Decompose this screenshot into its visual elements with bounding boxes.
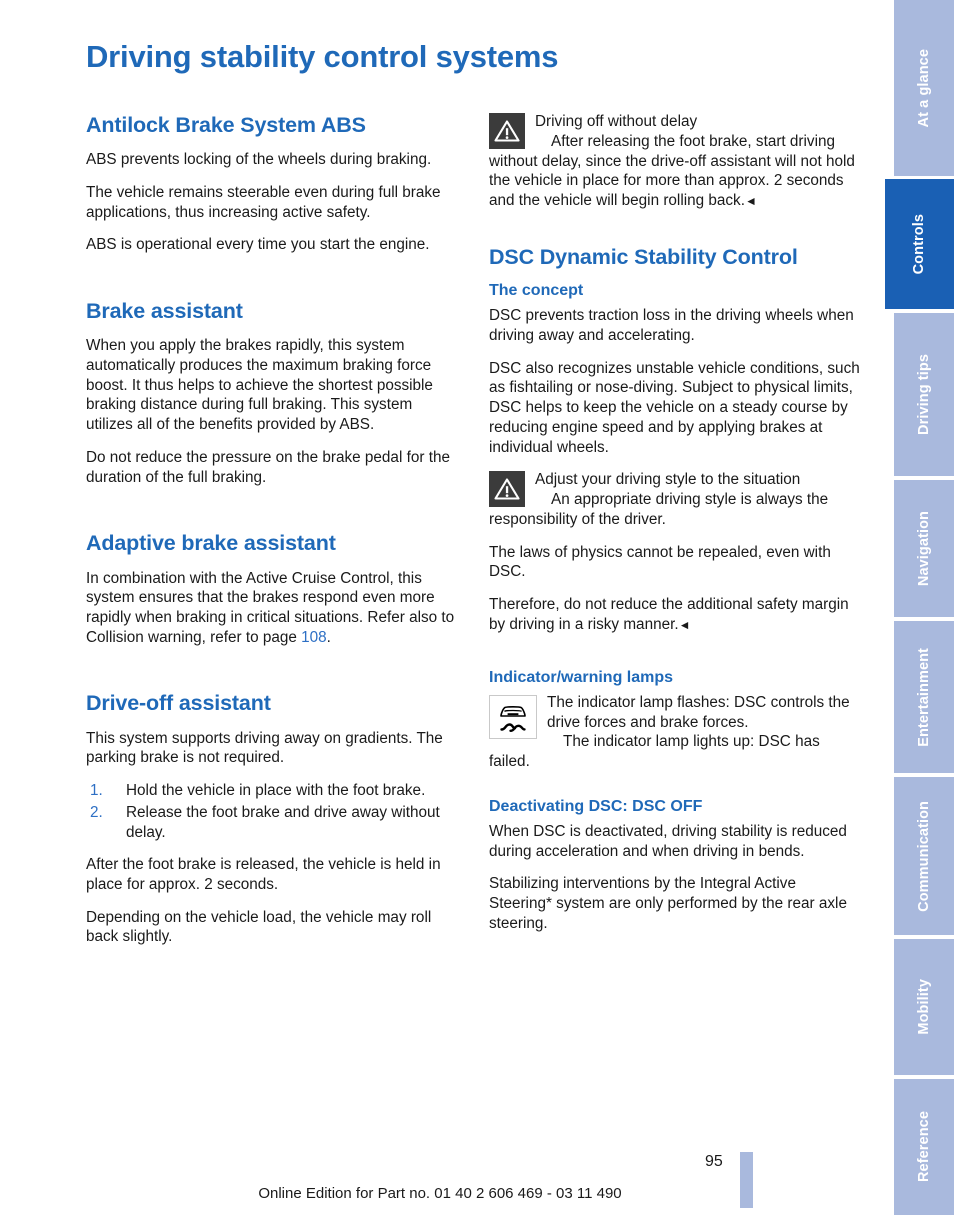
paragraph-deactivating-1: When DSC is deactivated, driving stabili… xyxy=(489,822,847,860)
tab-label: Navigation xyxy=(915,510,932,587)
left-column: Antilock Brake System ABS ABS prevents l… xyxy=(86,112,458,947)
notice-title: Adjust your driving style to the situati… xyxy=(535,471,801,489)
manual-page: At a glance Controls Driving tips Naviga… xyxy=(0,0,954,1215)
footer-edition-note: Online Edition for Part no. 01 40 2 606 … xyxy=(258,1185,622,1202)
tab-label: Controls xyxy=(911,213,928,275)
list-item: 2. Release the foot brake and drive away… xyxy=(86,803,458,842)
tab-controls[interactable]: Controls xyxy=(885,179,954,309)
tab-label: Entertainment xyxy=(915,647,932,747)
step-number: 2. xyxy=(90,803,103,821)
paragraph-drive-off-1: This system supports driving away on gra… xyxy=(86,729,443,767)
paragraph-abs-2: The vehicle remains steerable even durin… xyxy=(86,183,441,221)
warning-triangle-icon xyxy=(489,471,525,508)
end-of-notice-marker: ◄ xyxy=(678,617,691,632)
paragraph-driving-style-after-1: The laws of physics cannot be repealed, … xyxy=(489,543,831,581)
paragraph-driving-style-after-2: Therefore, do not reduce the additional … xyxy=(489,595,861,634)
notice-title: Driving off without delay xyxy=(535,113,698,130)
warning-triangle-icon xyxy=(489,113,525,149)
tab-reference[interactable]: Reference xyxy=(894,1079,954,1215)
step-number: 1. xyxy=(90,782,103,800)
page-content: Driving stability control systems Antilo… xyxy=(86,0,876,1215)
page-title: Driving stability control systems xyxy=(86,39,559,74)
text-run: Therefore, do not reduce the additional … xyxy=(489,596,849,633)
heading-deactivating-dsc: Deactivating DSC: DSC OFF xyxy=(489,797,703,815)
notice-adjust-driving-style: Adjust your driving style to the situati… xyxy=(489,470,861,529)
indicator-lamp-line-1: The indicator lamp flashes: DSC controls… xyxy=(547,693,850,731)
paragraph-brake-assistant-2: Do not reduce the pressure on the brake … xyxy=(86,448,450,486)
heading-the-concept: The concept xyxy=(489,282,584,300)
drive-off-steps-list: 1. Hold the vehicle in place with the fo… xyxy=(86,781,458,842)
heading-dsc-dynamic-stability-control: DSC Dynamic Stability Control xyxy=(489,244,798,269)
tab-mobility[interactable]: Mobility xyxy=(894,939,954,1075)
tab-label: Communication xyxy=(915,800,932,912)
tab-driving-tips[interactable]: Driving tips xyxy=(894,313,954,476)
two-column-body: Antilock Brake System ABS ABS prevents l… xyxy=(86,112,876,947)
step-text: Hold the vehicle in place with the foot … xyxy=(126,782,426,800)
heading-drive-off-assistant: Drive-off assistant xyxy=(86,691,271,716)
heading-adaptive-brake-assistant: Adaptive brake assistant xyxy=(86,531,336,556)
heading-brake-assistant: Brake assistant xyxy=(86,299,243,324)
paragraph-abs-3: ABS is operational every time you start … xyxy=(86,236,430,254)
paragraph-dsc-concept-1: DSC prevents traction loss in the drivin… xyxy=(489,307,854,344)
heading-indicator-warning-lamps: Indicator/warning lamps xyxy=(489,668,674,686)
paragraph-deactivating-2: Stabilizing interventions by the Integra… xyxy=(489,875,847,932)
heading-antilock-brake-system-abs: Antilock Brake System ABS xyxy=(86,113,366,137)
tab-communication[interactable]: Communication xyxy=(894,777,954,935)
indicator-lamp-block: The indicator lamp flashes: DSC controls… xyxy=(489,693,861,772)
tab-label: At a glance xyxy=(915,48,932,128)
section-tab-rail: At a glance Controls Driving tips Naviga… xyxy=(885,0,954,1215)
tab-entertainment[interactable]: Entertainment xyxy=(894,621,954,773)
paragraph-drive-off-3: Depending on the vehicle load, the vehic… xyxy=(86,908,432,946)
notice-body: An appropriate driving style is always t… xyxy=(489,491,829,529)
text-run: . xyxy=(326,628,331,646)
tab-label: Mobility xyxy=(915,979,932,1035)
paragraph-abs-1: ABS prevents locking of the wheels durin… xyxy=(86,151,432,169)
list-item: 1. Hold the vehicle in place with the fo… xyxy=(86,781,458,801)
paragraph-brake-assistant-1: When you apply the brakes rapidly, this … xyxy=(86,337,433,434)
paragraph-dsc-concept-2: DSC also recognizes unstable vehicle con… xyxy=(489,359,860,456)
indicator-lamp-line-2: The indicator lamp lights up: DSC has fa… xyxy=(489,733,820,770)
tab-label: Reference xyxy=(915,1111,932,1183)
notice-body: After releasing the foot brake, start dr… xyxy=(489,132,861,211)
page-reference-link-108[interactable]: 108 xyxy=(301,629,327,646)
page-number: 95 xyxy=(705,1153,723,1170)
right-column: Driving off without delay After releasin… xyxy=(489,112,861,947)
dsc-skid-car-icon xyxy=(489,694,537,739)
tab-at-a-glance[interactable]: At a glance xyxy=(894,0,954,176)
notice-driving-off-without-delay: Driving off without delay After releasin… xyxy=(489,112,861,211)
text-run: In combination with the Active Cruise Co… xyxy=(86,569,455,646)
tab-label: Driving tips xyxy=(915,354,932,435)
paragraph-drive-off-2: After the foot brake is released, the ve… xyxy=(86,856,441,893)
step-text: Release the foot brake and drive away wi… xyxy=(126,803,440,841)
end-of-notice-marker: ◄ xyxy=(744,194,757,209)
paragraph-adaptive-brake-assistant-1: In combination with the Active Cruise Co… xyxy=(86,569,458,648)
tab-navigation[interactable]: Navigation xyxy=(894,480,954,617)
text-run: After releasing the foot brake, start dr… xyxy=(489,133,855,210)
